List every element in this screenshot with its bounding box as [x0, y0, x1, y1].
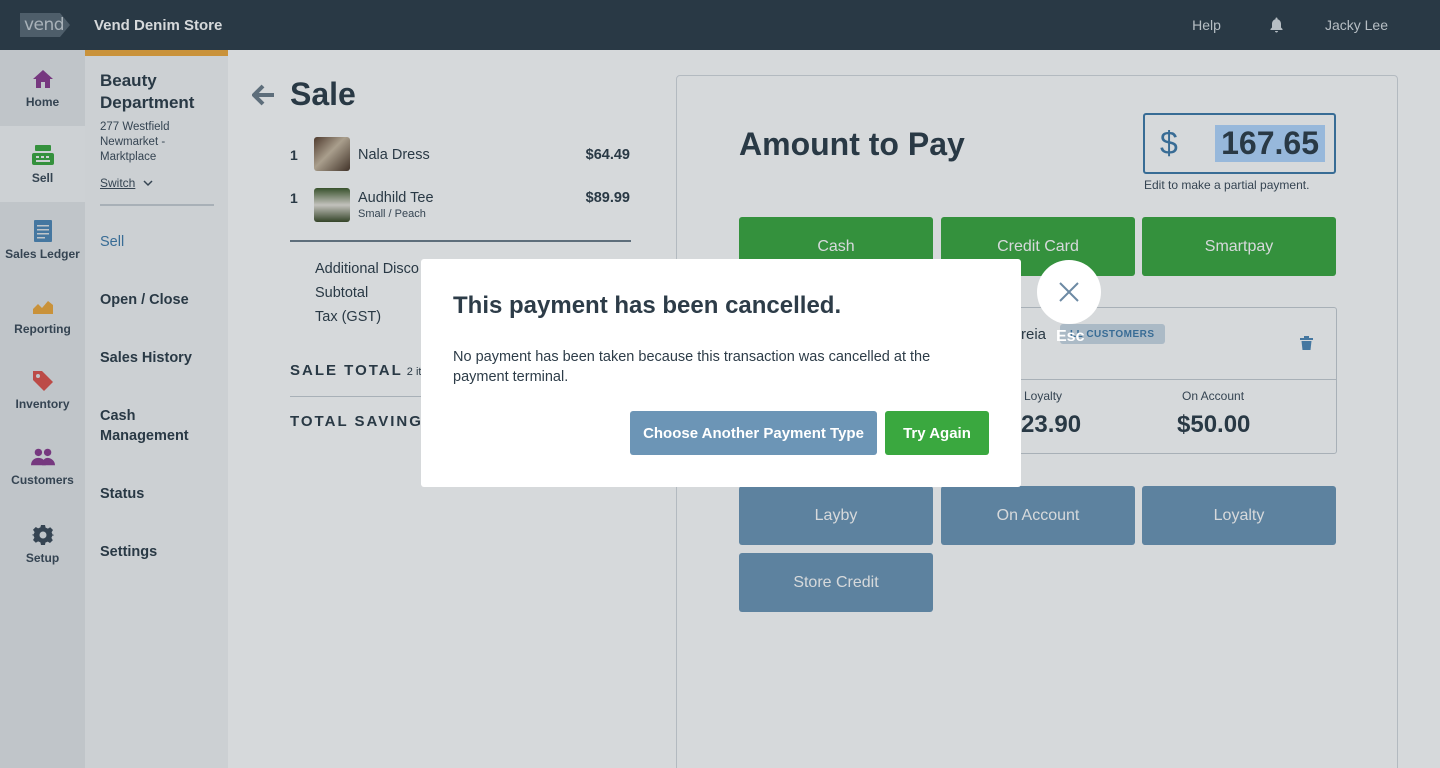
dialog-message: No payment has been taken because this t…	[453, 349, 931, 385]
choose-another-payment-button[interactable]: Choose Another Payment Type	[630, 411, 877, 455]
payment-cancelled-dialog: This payment has been cancelled. No paym…	[421, 259, 1021, 487]
close-icon	[1059, 282, 1079, 302]
dialog-title: This payment has been cancelled.	[453, 292, 842, 319]
try-again-button[interactable]: Try Again	[885, 411, 989, 455]
close-dialog-button[interactable]	[1037, 260, 1101, 324]
esc-hint: Esc	[1056, 328, 1085, 345]
